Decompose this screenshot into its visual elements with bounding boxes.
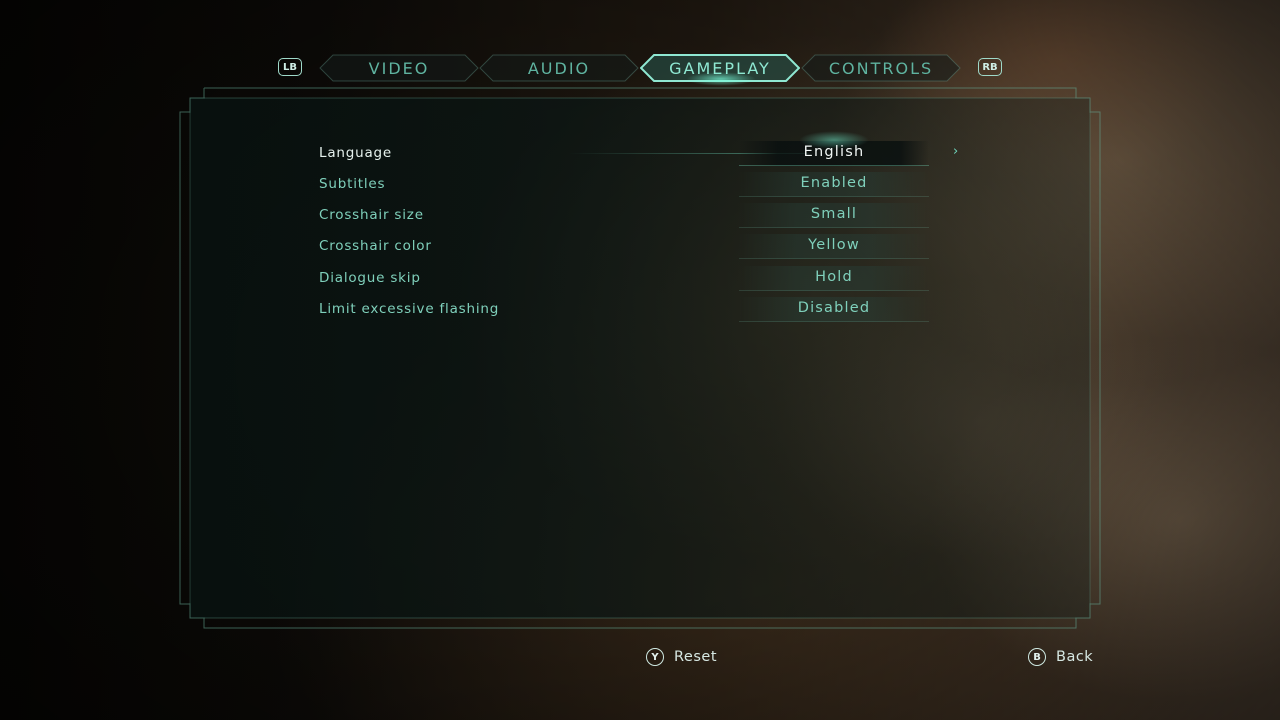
setting-label: Dialogue skip [319, 270, 421, 286]
reset-hint[interactable]: Y Reset [646, 648, 717, 666]
chevron-right-icon[interactable]: › [953, 144, 958, 159]
setting-value[interactable]: English [739, 144, 929, 160]
setting-value[interactable]: Yellow [739, 237, 929, 253]
panel-frame [179, 87, 1101, 629]
setting-row-language[interactable]: Language English › [319, 131, 979, 169]
setting-value[interactable]: Enabled [739, 175, 929, 191]
setting-label: Language [319, 145, 393, 161]
y-button-icon: Y [646, 648, 664, 666]
setting-value[interactable]: Hold [739, 269, 929, 285]
back-hint[interactable]: B Back [1028, 648, 1093, 666]
setting-label: Crosshair color [319, 238, 432, 254]
setting-label: Crosshair size [319, 207, 424, 223]
setting-row-limit-flashing[interactable]: Limit excessive flashing Disabled [319, 295, 979, 325]
setting-value[interactable]: Disabled [739, 300, 929, 316]
setting-row-dialogue-skip[interactable]: Dialogue skip Hold [319, 264, 979, 294]
b-button-icon: B [1028, 648, 1046, 666]
setting-label: Subtitles [319, 176, 386, 192]
setting-row-crosshair-color[interactable]: Crosshair color Yellow [319, 232, 979, 262]
setting-row-subtitles[interactable]: Subtitles Enabled [319, 170, 979, 200]
setting-value[interactable]: Small [739, 206, 929, 222]
reset-label: Reset [674, 649, 718, 665]
setting-row-crosshair-size[interactable]: Crosshair size Small [319, 201, 979, 231]
back-label: Back [1056, 649, 1094, 665]
setting-label: Limit excessive flashing [319, 301, 500, 317]
